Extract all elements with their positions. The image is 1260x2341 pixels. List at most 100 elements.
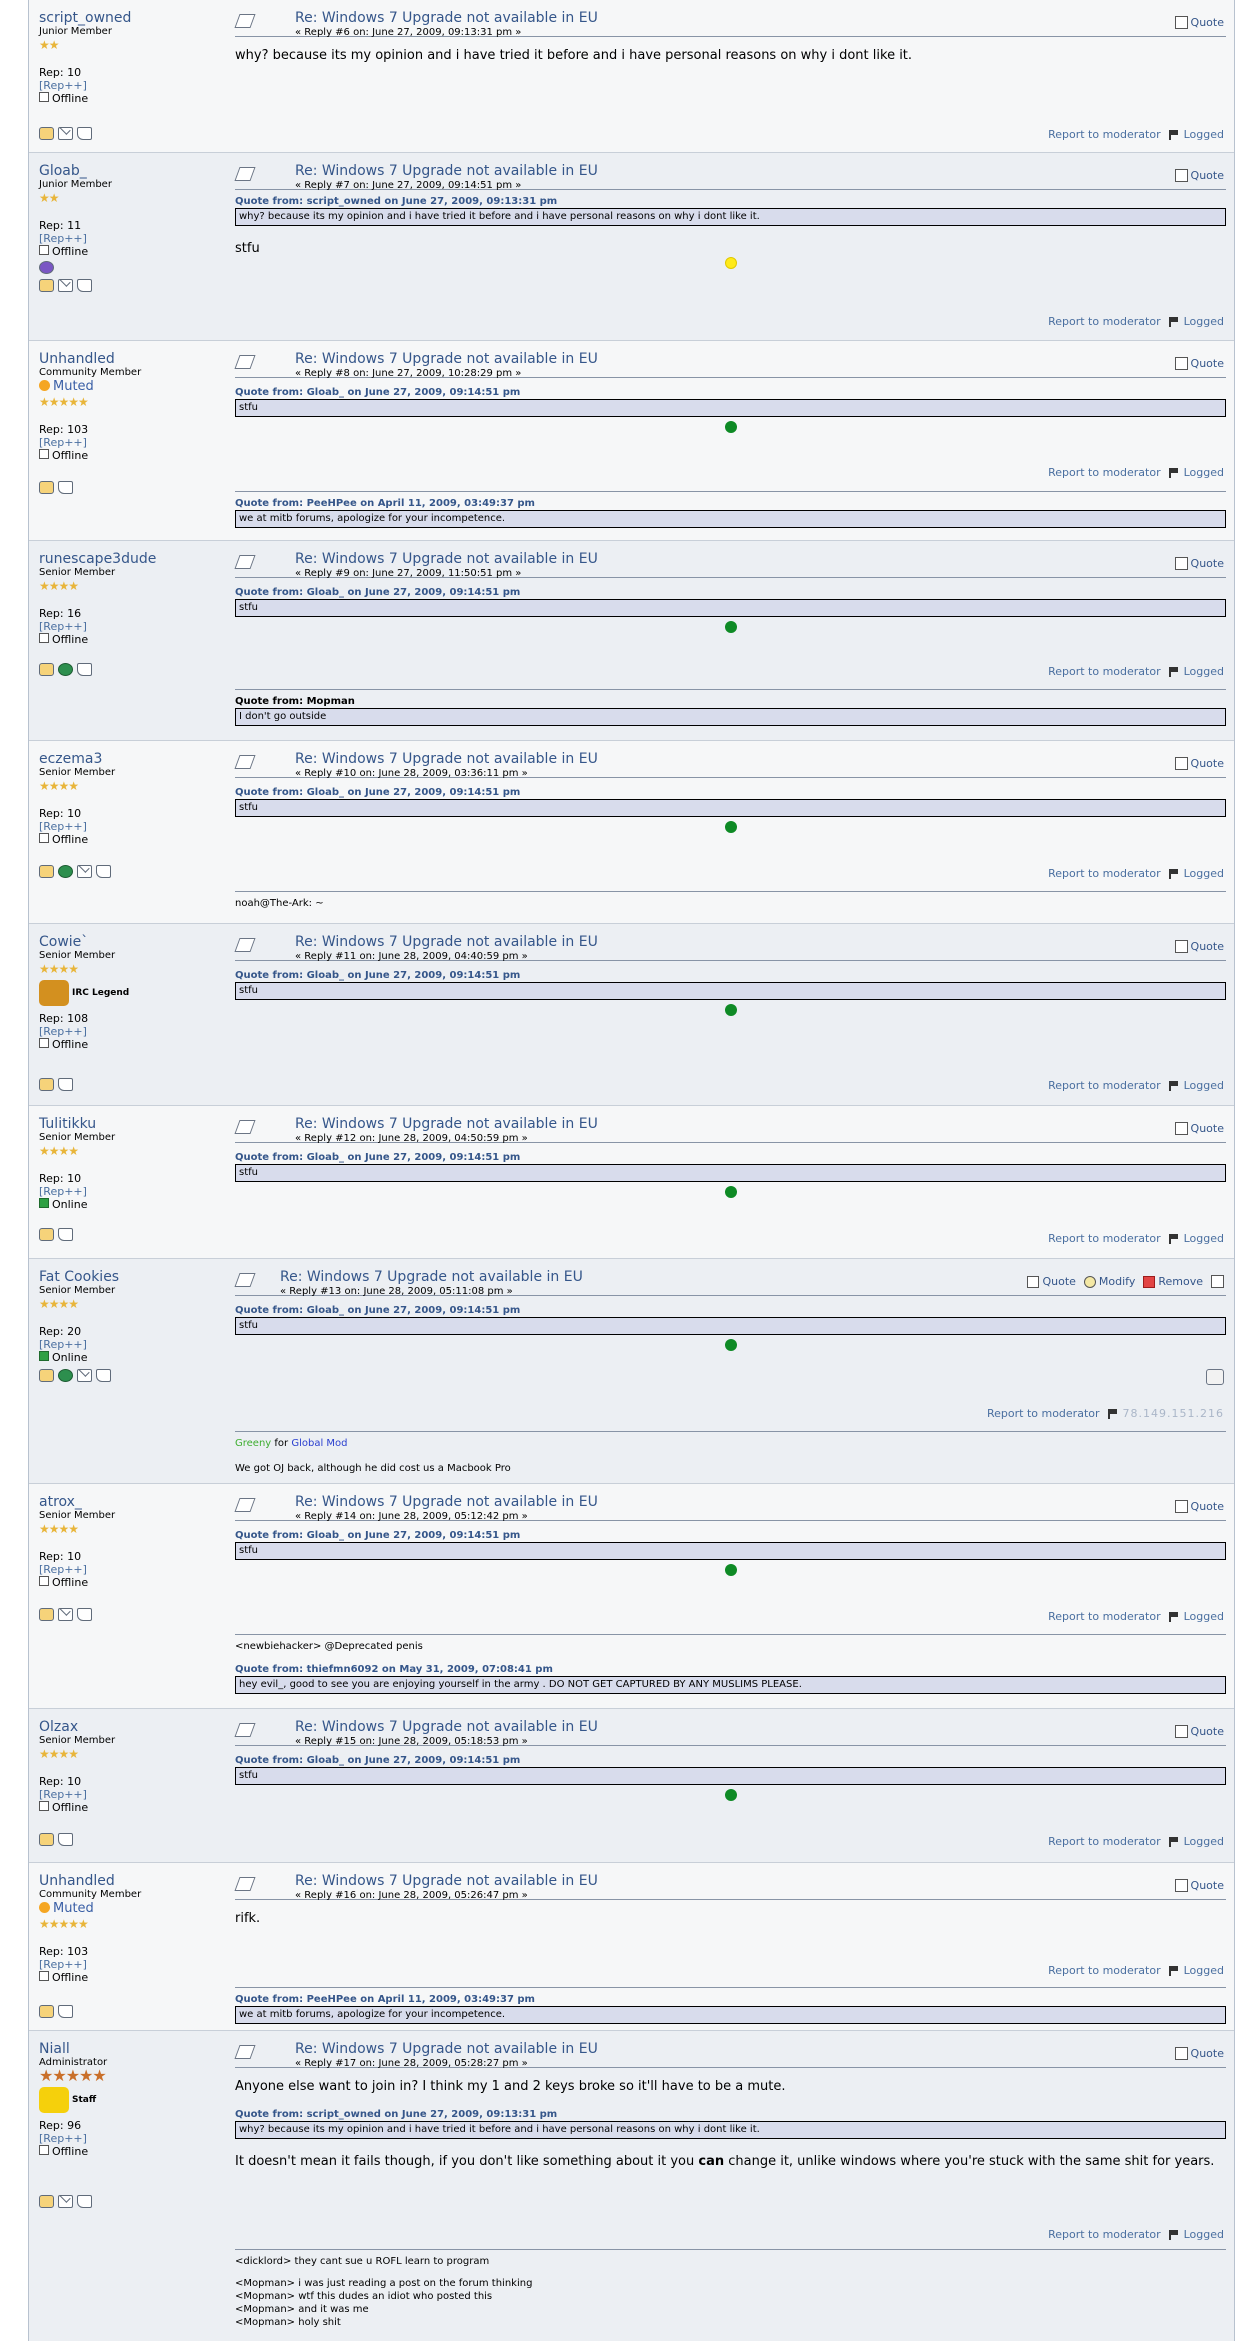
quote-button[interactable]: Quote	[1174, 16, 1224, 29]
quote-button[interactable]: Quote	[1174, 757, 1224, 770]
username-link[interactable]: Unhandled	[39, 351, 229, 367]
post-title-link[interactable]: Re: Windows 7 Upgrade not available in E…	[295, 10, 598, 26]
profile-icon[interactable]	[39, 1078, 54, 1091]
pm-icon[interactable]	[58, 2005, 73, 2018]
quote-button[interactable]: Quote	[1174, 2047, 1224, 2060]
pm-icon[interactable]	[77, 279, 92, 292]
post-title-link[interactable]: Re: Windows 7 Upgrade not available in E…	[295, 163, 598, 179]
pm-icon[interactable]	[58, 481, 73, 494]
report-to-moderator-link[interactable]: Report to moderator	[1048, 1232, 1161, 1245]
username-link[interactable]: Unhandled	[39, 1873, 229, 1889]
report-to-moderator-link[interactable]: Report to moderator	[1048, 1964, 1161, 1977]
username-link[interactable]: Niall	[39, 2041, 229, 2057]
pm-icon[interactable]	[96, 865, 111, 878]
quote-header-link[interactable]: Quote from: Gloab_ on June 27, 2009, 09:…	[235, 787, 1226, 799]
signature-quote-header-link[interactable]: Quote from: PeeHPee on April 11, 2009, 0…	[235, 498, 1226, 510]
post-title-link[interactable]: Re: Windows 7 Upgrade not available in E…	[295, 551, 598, 567]
modify-button[interactable]: Modify	[1083, 1275, 1135, 1288]
quote-header-link[interactable]: Quote from: Gloab_ on June 27, 2009, 09:…	[235, 587, 1226, 599]
pm-icon[interactable]	[58, 1228, 73, 1241]
username-link[interactable]: runescape3dude	[39, 551, 229, 567]
report-to-moderator-link[interactable]: Report to moderator	[1048, 867, 1161, 880]
rep-plus-link[interactable]: [Rep++]	[39, 1338, 229, 1351]
pm-icon[interactable]	[58, 1078, 73, 1091]
rep-plus-link[interactable]: [Rep++]	[39, 1788, 229, 1801]
quote-button[interactable]: Quote	[1174, 1122, 1224, 1135]
pm-icon[interactable]	[58, 1833, 73, 1846]
report-to-moderator-link[interactable]: Report to moderator	[1048, 1610, 1161, 1623]
profile-icon[interactable]	[39, 279, 54, 292]
quote-button[interactable]: Quote	[1174, 940, 1224, 953]
quote-header-link[interactable]: Quote from: Gloab_ on June 27, 2009, 09:…	[235, 387, 1226, 399]
quote-header-link[interactable]: Quote from: Gloab_ on June 27, 2009, 09:…	[235, 1530, 1226, 1542]
post-title-link[interactable]: Re: Windows 7 Upgrade not available in E…	[295, 934, 598, 950]
email-icon[interactable]	[58, 279, 73, 292]
rep-plus-link[interactable]: [Rep++]	[39, 2132, 229, 2145]
quote-header-link[interactable]: Quote from: Gloab_ on June 27, 2009, 09:…	[235, 1755, 1226, 1767]
quote-button[interactable]: Quote	[1174, 169, 1224, 182]
quote-header-link[interactable]: Quote from: Gloab_ on June 27, 2009, 09:…	[235, 970, 1226, 982]
post-title-link[interactable]: Re: Windows 7 Upgrade not available in E…	[295, 2041, 598, 2057]
profile-icon[interactable]	[39, 1608, 54, 1621]
profile-icon[interactable]	[39, 481, 54, 494]
rep-plus-link[interactable]: [Rep++]	[39, 1563, 229, 1576]
report-to-moderator-link[interactable]: Report to moderator	[1048, 1079, 1161, 1092]
post-title-link[interactable]: Re: Windows 7 Upgrade not available in E…	[295, 1719, 598, 1735]
username-link[interactable]: Cowie`	[39, 934, 229, 950]
rep-plus-link[interactable]: [Rep++]	[39, 620, 229, 633]
quote-button[interactable]: Quote	[1027, 1275, 1076, 1288]
website-globe-icon[interactable]	[58, 1369, 73, 1382]
username-link[interactable]: Tulitikku	[39, 1116, 229, 1132]
profile-icon[interactable]	[39, 2195, 54, 2208]
quote-button[interactable]: Quote	[1174, 357, 1224, 370]
post-title-link[interactable]: Re: Windows 7 Upgrade not available in E…	[295, 1494, 598, 1510]
report-to-moderator-link[interactable]: Report to moderator	[1048, 1835, 1161, 1848]
report-to-moderator-link[interactable]: Report to moderator	[1048, 466, 1161, 479]
username-link[interactable]: Gloab_	[39, 163, 229, 179]
profile-icon[interactable]	[39, 1228, 54, 1241]
quote-button[interactable]: Quote	[1174, 1500, 1224, 1513]
quote-header-link[interactable]: Quote from: script_owned on June 27, 200…	[235, 2109, 1226, 2121]
pm-icon[interactable]	[77, 663, 92, 676]
report-to-moderator-link[interactable]: Report to moderator	[987, 1407, 1100, 1420]
profile-icon[interactable]	[39, 663, 54, 676]
warn-user-icon[interactable]	[1206, 1369, 1224, 1385]
post-title-link[interactable]: Re: Windows 7 Upgrade not available in E…	[295, 1873, 598, 1889]
email-icon[interactable]	[58, 127, 73, 140]
profile-icon[interactable]	[39, 865, 54, 878]
profile-icon[interactable]	[39, 1833, 54, 1846]
pm-icon[interactable]	[77, 2195, 92, 2208]
pm-icon[interactable]	[77, 1608, 92, 1621]
quote-header-link[interactable]: Quote from: script_owned on June 27, 200…	[235, 196, 1226, 208]
post-title-link[interactable]: Re: Windows 7 Upgrade not available in E…	[280, 1269, 583, 1285]
website-globe-icon[interactable]	[58, 865, 73, 878]
signature-quote-header-link[interactable]: Quote from: thiefmn6092 on May 31, 2009,…	[235, 1664, 1226, 1676]
website-globe-icon[interactable]	[58, 663, 73, 676]
post-title-link[interactable]: Re: Windows 7 Upgrade not available in E…	[295, 1116, 598, 1132]
report-to-moderator-link[interactable]: Report to moderator	[1048, 128, 1161, 141]
username-link[interactable]: atrox_	[39, 1494, 229, 1510]
rep-plus-link[interactable]: [Rep++]	[39, 820, 229, 833]
quote-header-link[interactable]: Quote from: Gloab_ on June 27, 2009, 09:…	[235, 1305, 1226, 1317]
username-link[interactable]: eczema3	[39, 751, 229, 767]
report-to-moderator-link[interactable]: Report to moderator	[1048, 665, 1161, 678]
username-link[interactable]: Fat Cookies	[39, 1269, 229, 1285]
profile-icon[interactable]	[39, 127, 54, 140]
rep-plus-link[interactable]: [Rep++]	[39, 436, 229, 449]
signature-quote-header-link[interactable]: Quote from: PeeHPee on April 11, 2009, 0…	[235, 1994, 1226, 2006]
rep-plus-link[interactable]: [Rep++]	[39, 79, 229, 92]
rep-plus-link[interactable]: [Rep++]	[39, 1958, 229, 1971]
rep-plus-link[interactable]: [Rep++]	[39, 232, 229, 245]
profile-icon[interactable]	[39, 1369, 54, 1382]
post-title-link[interactable]: Re: Windows 7 Upgrade not available in E…	[295, 351, 598, 367]
email-icon[interactable]	[77, 865, 92, 878]
quote-button[interactable]: Quote	[1174, 1725, 1224, 1738]
report-to-moderator-link[interactable]: Report to moderator	[1048, 2228, 1161, 2241]
email-icon[interactable]	[58, 1608, 73, 1621]
email-icon[interactable]	[77, 1369, 92, 1382]
report-to-moderator-link[interactable]: Report to moderator	[1048, 315, 1161, 328]
select-post-checkbox[interactable]	[1211, 1275, 1224, 1288]
username-link[interactable]: script_owned	[39, 10, 229, 26]
remove-button[interactable]: Remove	[1143, 1275, 1203, 1288]
profile-icon[interactable]	[39, 2005, 54, 2018]
